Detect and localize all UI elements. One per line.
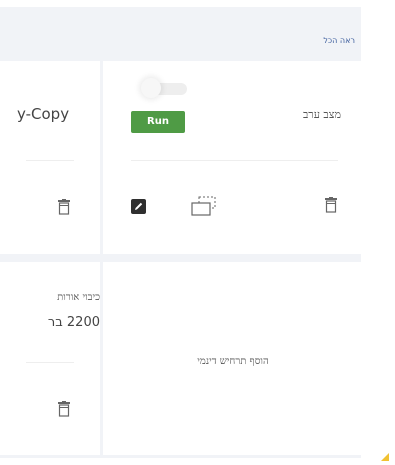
card-divider [26,160,74,161]
run-button[interactable]: Run [131,111,185,133]
trash-icon[interactable] [58,199,70,215]
scene-card-title: y-Copy [17,105,70,123]
copy-icon[interactable] [189,196,221,216]
scene-card-subtitle: 2200 בר [47,315,100,330]
corner-resize-handle[interactable] [381,453,389,461]
scene-card-title: כיבוי אורות [57,292,100,303]
card-divider [131,160,338,161]
edit-icon[interactable] [131,199,146,214]
card-divider [26,362,74,363]
toggle-thumb [141,78,161,98]
scene-card-partial-top: y-Copy [0,61,100,254]
trash-icon[interactable] [58,401,70,417]
scene-card: Run מצב ערב [103,61,367,254]
scene-name: מצב ערב [302,108,341,121]
trash-icon[interactable] [325,197,337,213]
add-dynamic-scene-card[interactable]: הוסף תרחיש דינמי [103,262,367,455]
scene-card-partial-bottom: כיבוי אורות 2200 בר [0,262,100,455]
add-dynamic-scene-label[interactable]: הוסף תרחיש דינמי [163,356,303,367]
scene-enabled-toggle[interactable] [141,78,187,98]
see-all-link[interactable]: ראה הכל [323,36,355,45]
